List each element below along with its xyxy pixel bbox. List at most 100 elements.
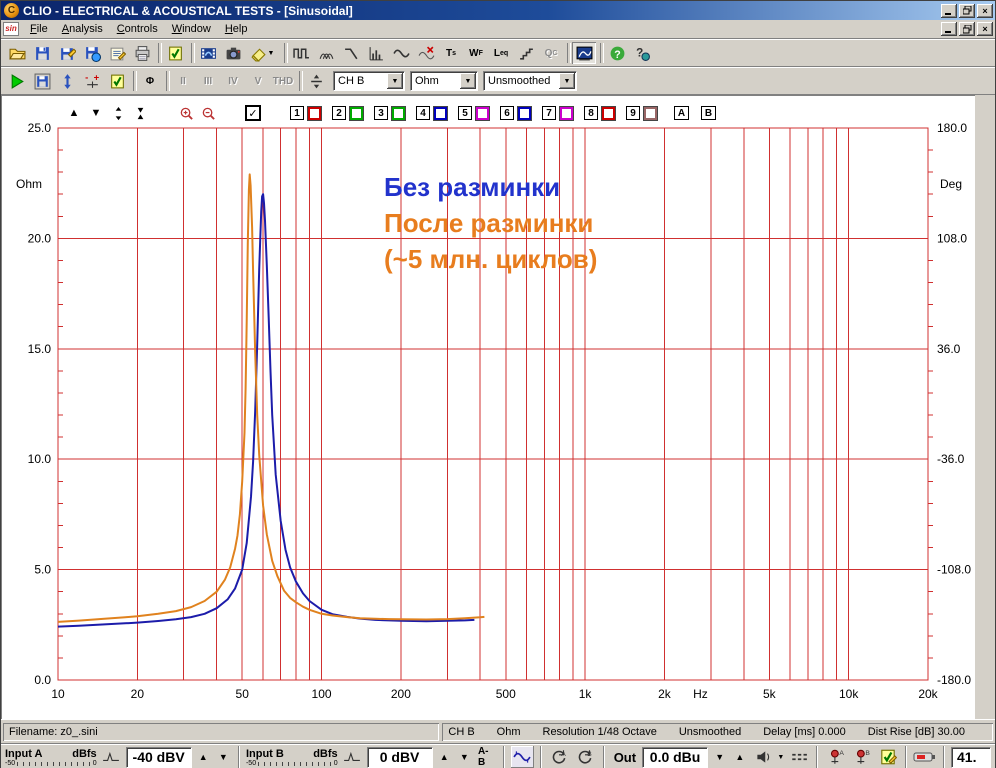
close-button[interactable]: × xyxy=(977,3,993,18)
svg-text:?: ? xyxy=(614,48,620,60)
plus-minus-icon: - + xyxy=(84,73,101,90)
steps-button[interactable] xyxy=(514,42,538,64)
input-b-up-button[interactable]: ▲ xyxy=(436,752,453,762)
autoscale-button[interactable] xyxy=(55,70,79,92)
open-button[interactable] xyxy=(5,42,29,64)
dashes-icon[interactable] xyxy=(787,746,810,768)
loop-b-icon[interactable]: B xyxy=(574,746,597,768)
y-left-tick-label: 20.0 xyxy=(28,231,52,245)
snapshot-button[interactable] xyxy=(221,42,245,64)
mls-button[interactable] xyxy=(289,42,313,64)
sine-off-button[interactable] xyxy=(414,42,438,64)
out-up-button[interactable]: ▲ xyxy=(731,752,748,762)
loop-a-icon[interactable]: A xyxy=(548,746,571,768)
save-as-button[interactable] xyxy=(55,42,79,64)
play-icon xyxy=(9,73,26,90)
minimize-button[interactable] xyxy=(941,3,957,18)
ln-analysis-button[interactable] xyxy=(364,42,388,64)
dbfs-label: dBfs xyxy=(72,747,97,760)
save-data-button[interactable] xyxy=(80,42,104,64)
status-item: Dist Rise [dB] 30.00 xyxy=(867,726,965,738)
main-toolbar: ▼ Ts W F Leq Q C?? xyxy=(1,39,995,67)
camera-icon xyxy=(225,45,242,62)
chevron-down-icon[interactable]: ▼ xyxy=(460,73,476,89)
y-left-tick-label: 10.0 xyxy=(28,452,52,466)
y-left-tick-label: 15.0 xyxy=(28,342,52,356)
out-label: Out xyxy=(613,749,637,765)
settings-button[interactable] xyxy=(105,70,129,92)
input-a-down-button[interactable]: ▼ xyxy=(215,752,232,762)
divide-button[interactable] xyxy=(304,70,328,92)
temperature-readout: 41. xyxy=(951,746,991,768)
eraser-icon xyxy=(250,45,267,62)
ts-parameters-button[interactable]: Ts xyxy=(439,42,463,64)
svg-text:A: A xyxy=(562,751,567,758)
window-title: CLIO - ELECTRICAL & ACOUSTICAL TESTS - [… xyxy=(23,3,353,18)
ab-link-button[interactable]: A-B xyxy=(478,746,495,768)
input-a-up-button[interactable]: ▲ xyxy=(195,752,212,762)
menu-window[interactable]: Window xyxy=(165,21,218,37)
mic-a-icon[interactable]: A xyxy=(824,746,847,768)
about-button[interactable]: ? xyxy=(630,42,654,64)
print-button[interactable] xyxy=(130,42,154,64)
mdi-restore-button[interactable] xyxy=(959,22,975,36)
toolbar-separator xyxy=(281,42,288,64)
channel-select[interactable]: CH B ▼ xyxy=(333,71,405,91)
speaker-dropdown-icon[interactable]: ▼ xyxy=(777,754,784,761)
go-button[interactable] xyxy=(5,70,29,92)
restore-button[interactable] xyxy=(959,3,975,18)
notes-check-icon[interactable] xyxy=(876,746,899,768)
chevron-down-icon[interactable]: ▼ xyxy=(387,73,403,89)
input-a-sensitivity[interactable]: -40 dBV xyxy=(125,746,192,768)
bars-icon xyxy=(368,45,385,62)
x-tick-label: 10k xyxy=(839,687,859,701)
mic-b-icon[interactable]: B xyxy=(850,746,873,768)
chevron-down-icon[interactable]: ▼ xyxy=(268,50,277,57)
mdi-minimize-button[interactable] xyxy=(941,22,957,36)
save-button[interactable] xyxy=(30,42,54,64)
options-button[interactable] xyxy=(163,42,187,64)
menu-help[interactable]: Help xyxy=(218,21,255,37)
offset-button[interactable]: - + xyxy=(80,70,104,92)
divide-icon xyxy=(308,73,325,90)
menu-controls[interactable]: Controls xyxy=(110,21,165,37)
wf-button[interactable]: WF xyxy=(464,42,488,64)
decay-button[interactable] xyxy=(339,42,363,64)
speaker-icon[interactable] xyxy=(751,746,774,768)
film-button[interactable] xyxy=(196,42,220,64)
output-level[interactable]: 0.0 dBu xyxy=(642,746,709,768)
svg-text:B: B xyxy=(865,750,870,757)
chevron-down-icon[interactable]: ▼ xyxy=(559,73,575,89)
pulse-icon xyxy=(100,746,123,768)
waterfall-icon xyxy=(318,45,335,62)
status-bar: Filename: z0_.sini CH B Ohm Resolution 1/4… xyxy=(1,719,995,743)
input-a-label: Input A xyxy=(5,747,43,760)
mdi-close-button[interactable]: × xyxy=(977,22,993,36)
input-b-down-button[interactable]: ▼ xyxy=(456,752,473,762)
graph-window-button[interactable] xyxy=(572,42,596,64)
input-b-sensitivity[interactable]: 0 dBV xyxy=(366,746,433,768)
check-doc-icon xyxy=(167,45,184,62)
x-axis-unit: Hz xyxy=(693,687,708,701)
y-right-tick-label: 36.0 xyxy=(937,342,961,356)
y-right-tick-label: 180.0 xyxy=(937,121,967,135)
out-down-button[interactable]: ▼ xyxy=(711,752,728,762)
leq-button[interactable]: Leq xyxy=(489,42,513,64)
export-notes-button[interactable] xyxy=(105,42,129,64)
erase-button[interactable]: ▼ xyxy=(246,42,280,64)
sinusoidal-button[interactable] xyxy=(389,42,413,64)
generator-sine-icon[interactable] xyxy=(510,746,534,768)
document-icon[interactable]: sin xyxy=(3,22,19,36)
menu-analysis[interactable]: Analysis xyxy=(55,21,110,37)
waterfall-button[interactable] xyxy=(314,42,338,64)
unit-select[interactable]: Ohm ▼ xyxy=(410,71,478,91)
help-button[interactable]: ? xyxy=(605,42,629,64)
smoothing-select[interactable]: Unsmoothed ▼ xyxy=(483,71,577,91)
x-tick-label: 2k xyxy=(658,687,672,701)
phase-button[interactable]: Φ xyxy=(138,70,162,92)
status-item: Delay [ms] 0.000 xyxy=(763,726,846,738)
status-item: Resolution 1/48 Octave xyxy=(542,726,657,738)
autosave-button[interactable] xyxy=(30,70,54,92)
menu-file[interactable]: File xyxy=(23,21,55,37)
harmonic-4-button: IV xyxy=(221,70,245,92)
